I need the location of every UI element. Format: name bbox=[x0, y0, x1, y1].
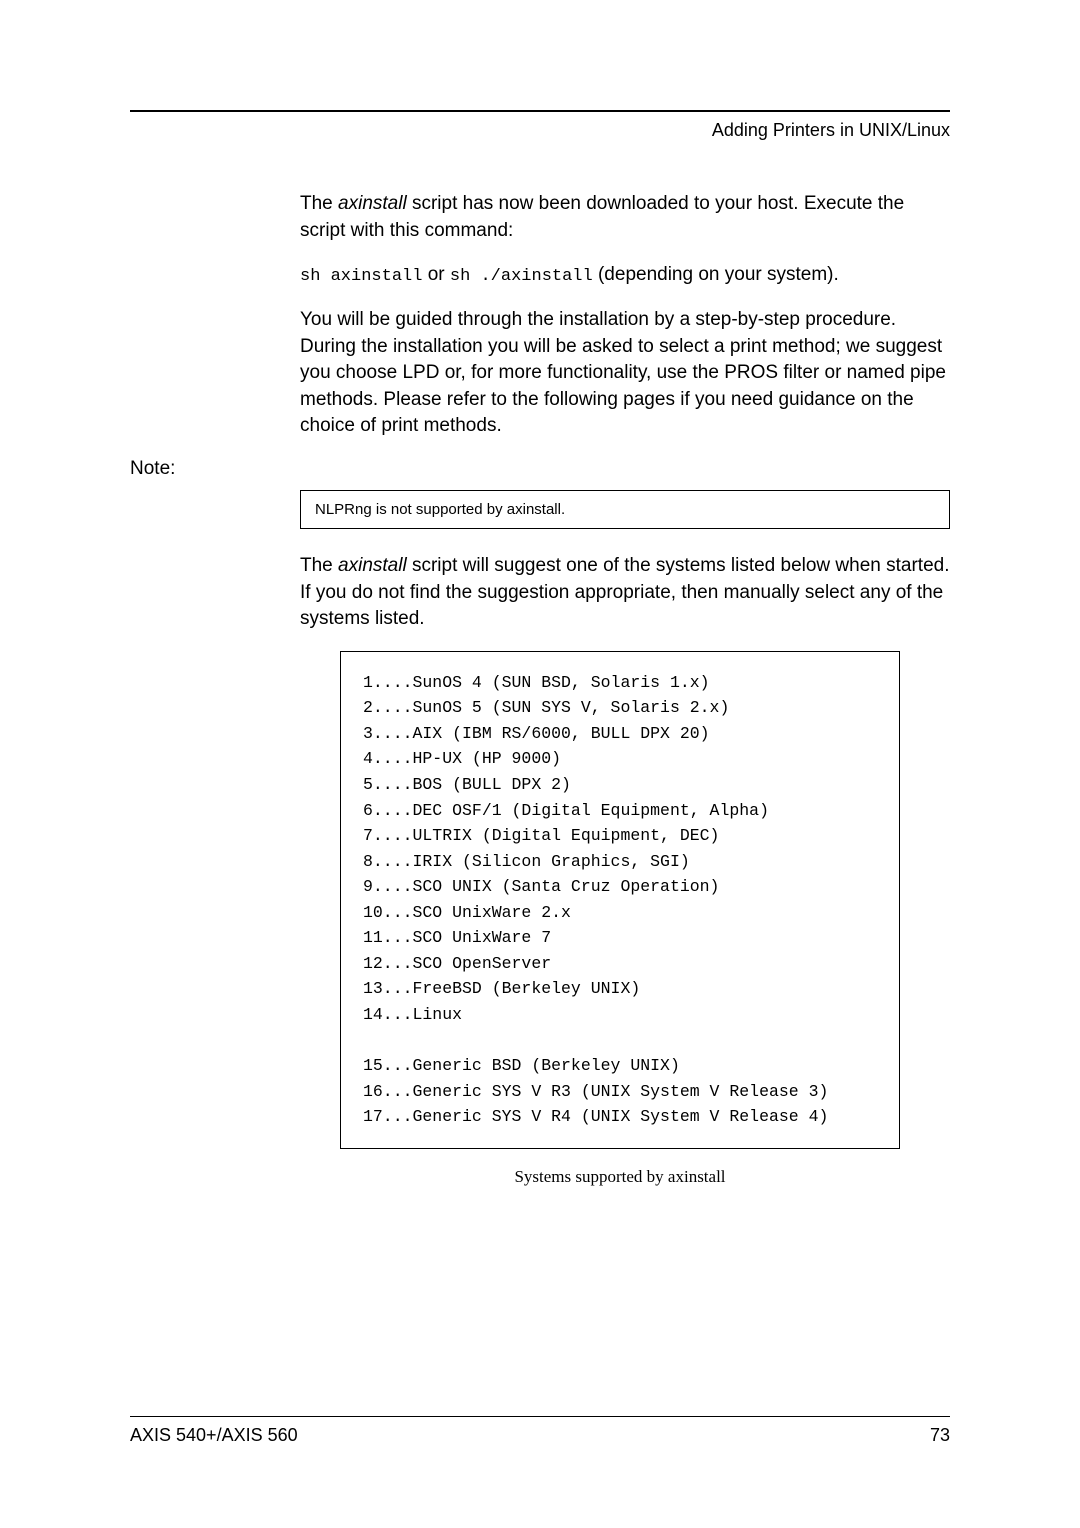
note-box: NLPRng is not supported by axinstall. bbox=[300, 490, 950, 529]
cmd1: sh axinstall bbox=[300, 267, 422, 286]
para1-pre: The bbox=[300, 193, 338, 214]
para3-italic: axinstall bbox=[338, 555, 407, 576]
paragraph-systems-intro: The axinstall script will suggest one of… bbox=[300, 553, 950, 633]
paragraph-intro: The axinstall script has now been downlo… bbox=[300, 191, 950, 244]
page-footer: AXIS 540+/AXIS 560 73 bbox=[130, 1416, 950, 1446]
footer-rule bbox=[130, 1416, 950, 1417]
para3-pre: The bbox=[300, 555, 338, 576]
section-header: Adding Printers in UNIX/Linux bbox=[130, 120, 950, 141]
figure-caption: Systems supported by axinstall bbox=[340, 1167, 900, 1187]
systems-list-box: 1....SunOS 4 (SUN BSD, Solaris 1.x) 2...… bbox=[340, 651, 900, 1149]
footer-product: AXIS 540+/AXIS 560 bbox=[130, 1425, 298, 1446]
para1-italic: axinstall bbox=[338, 193, 407, 214]
cmd-tail: (depending on your system). bbox=[593, 264, 839, 285]
note-text: NLPRng is not supported by axinstall. bbox=[315, 501, 565, 518]
paragraph-guide: You will be guided through the installat… bbox=[300, 307, 950, 440]
cmd-mid: or bbox=[422, 264, 449, 285]
command-line: sh axinstall or sh ./axinstall (dependin… bbox=[300, 262, 950, 289]
cmd2: sh ./axinstall bbox=[450, 267, 593, 286]
note-label: Note: bbox=[130, 458, 950, 480]
footer-page-number: 73 bbox=[930, 1425, 950, 1446]
header-rule bbox=[130, 110, 950, 112]
